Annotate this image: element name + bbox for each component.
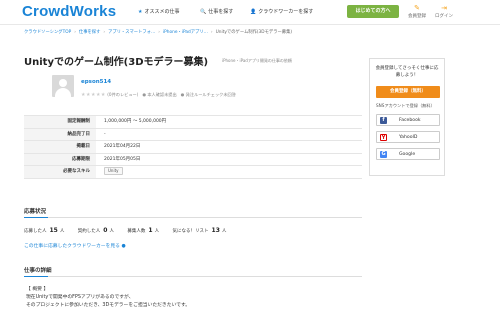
signup-message: 会員登録してさっそく仕事に応 募しよう！ bbox=[375, 66, 439, 78]
login-icon: ⇥ bbox=[441, 4, 447, 12]
search-icon: 🔍 bbox=[200, 9, 207, 15]
table-row: 納品完了日 - bbox=[24, 128, 362, 141]
info-value: 2021年05月05日 bbox=[104, 156, 141, 162]
skill-tag[interactable]: Unity bbox=[104, 167, 123, 175]
job-category-note: iPhone・iPadアプリ開発の仕事の依頼 bbox=[222, 58, 292, 63]
breadcrumb-item[interactable]: クラウドソーシングTOP bbox=[24, 30, 71, 35]
stat-applicants: 応募した人 15 人 bbox=[24, 227, 65, 234]
apply-status-heading: 応募状況 bbox=[24, 209, 47, 215]
info-value: - bbox=[104, 131, 106, 137]
page-title: Unityでのゲーム制作(3Dモデラー募集) bbox=[24, 57, 209, 68]
info-label: 必要なスキル bbox=[24, 166, 96, 178]
stat-openings: 募集人数 1 人 bbox=[127, 227, 160, 234]
register-free-button[interactable]: 会員登録（無料） bbox=[376, 86, 440, 98]
table-row: 固定報酬制 1,000,000円 〜 5,000,000円 bbox=[24, 116, 362, 129]
yahoo-signup-button[interactable]: Y YahooID bbox=[376, 131, 440, 143]
divider bbox=[24, 275, 362, 277]
table-row: 掲載日 2021年04月22日 bbox=[24, 141, 362, 154]
avatar[interactable] bbox=[52, 75, 74, 97]
client-name[interactable]: epson514 bbox=[81, 79, 111, 85]
nav-find-workers[interactable]: 👤 クラウドワーカーを探す bbox=[250, 8, 313, 15]
member-register-link[interactable]: ✎ 会員登録 bbox=[403, 4, 431, 19]
signup-panel: 会員登録してさっそく仕事に応 募しよう！ 会員登録（無料） SNSアカウントで登… bbox=[369, 58, 445, 176]
job-detail-heading: 仕事の詳細 bbox=[24, 268, 52, 274]
info-value: 2021年04月22日 bbox=[104, 144, 141, 149]
breadcrumb: クラウドソーシングTOP › 仕事を探す › アプリ・スマートフォ… › iPhone・iP… bbox=[24, 30, 293, 35]
yahoo-icon: Y bbox=[380, 134, 387, 141]
stat-watchlist: 気になる！リスト 13 人 bbox=[172, 227, 227, 234]
table-row: 必要なスキル Unity bbox=[24, 166, 362, 179]
table-row: 応募期限 2021年05月05日 bbox=[24, 153, 362, 166]
stat-contracted: 契約した人 0 人 bbox=[77, 227, 114, 234]
nav-find-jobs[interactable]: 🔍 仕事を探す bbox=[200, 8, 233, 15]
identity-status: 本人確認未提出 bbox=[147, 92, 177, 97]
info-label: 納品完了日 bbox=[24, 128, 96, 140]
site-header: CrowdWorks ★ オススメの仕事 🔍 仕事を探す 👤 クラウドワーカーを探す … bbox=[0, 0, 500, 25]
facebook-signup-button[interactable]: f Facebook bbox=[376, 114, 440, 126]
see-applicants-link[interactable]: この仕事に応募したクラウドワーカーを見る ● bbox=[24, 242, 126, 249]
star-icon: ★ bbox=[138, 9, 143, 15]
rating-stars: ★★★★★ bbox=[81, 92, 106, 98]
info-value: Unity bbox=[104, 166, 123, 178]
divider bbox=[24, 216, 362, 218]
breadcrumb-item[interactable]: アプリ・スマートフォ… bbox=[108, 30, 155, 35]
facebook-icon: f bbox=[380, 117, 387, 124]
user-icon: 👤 bbox=[250, 9, 257, 15]
first-time-button[interactable]: はじめての方へ bbox=[347, 5, 399, 18]
info-label: 掲載日 bbox=[24, 141, 96, 153]
login-link[interactable]: ⇥ ログイン bbox=[430, 4, 458, 19]
info-value: 1,000,000円 〜 5,000,000円 bbox=[104, 119, 167, 124]
job-info-table: 固定報酬制 1,000,000円 〜 5,000,000円 納品完了日 - 掲載… bbox=[24, 115, 362, 179]
info-label: 応募期限 bbox=[24, 153, 96, 165]
id-icon: ● bbox=[142, 92, 146, 97]
job-description: 【 概要 】 現在Unityで開発中のFPSアプリがあるのですが、 そのプロジェ… bbox=[26, 287, 191, 308]
sns-label: SNSアカウントで登録（無料） bbox=[376, 103, 435, 108]
rule-check-status: 発注ルールチェック未回答 bbox=[185, 92, 236, 97]
breadcrumb-item[interactable]: 仕事を探す bbox=[79, 30, 100, 35]
review-count[interactable]: (0件のレビュー) bbox=[107, 92, 138, 97]
info-label: 固定報酬制 bbox=[24, 116, 96, 128]
google-icon: G bbox=[380, 151, 387, 158]
nav-recommended[interactable]: ★ オススメの仕事 bbox=[138, 8, 180, 15]
client-meta: ★★★★★ (0件のレビュー) ● 本人確認未提出 ● 発注ルールチェック未回答 bbox=[81, 92, 236, 98]
breadcrumb-current: Unityでのゲーム制作(3Dモデラー募集) bbox=[215, 30, 293, 35]
crowdworks-logo[interactable]: CrowdWorks bbox=[22, 3, 116, 20]
google-signup-button[interactable]: G Google bbox=[376, 148, 440, 160]
breadcrumb-item[interactable]: iPhone・iPadアプリ… bbox=[163, 30, 208, 35]
register-icon: ✎ bbox=[414, 4, 420, 12]
apply-stats: 応募した人 15 人 契約した人 0 人 募集人数 1 人 気になる！リスト 13 人 bbox=[24, 227, 238, 234]
check-icon: ● bbox=[180, 92, 185, 97]
